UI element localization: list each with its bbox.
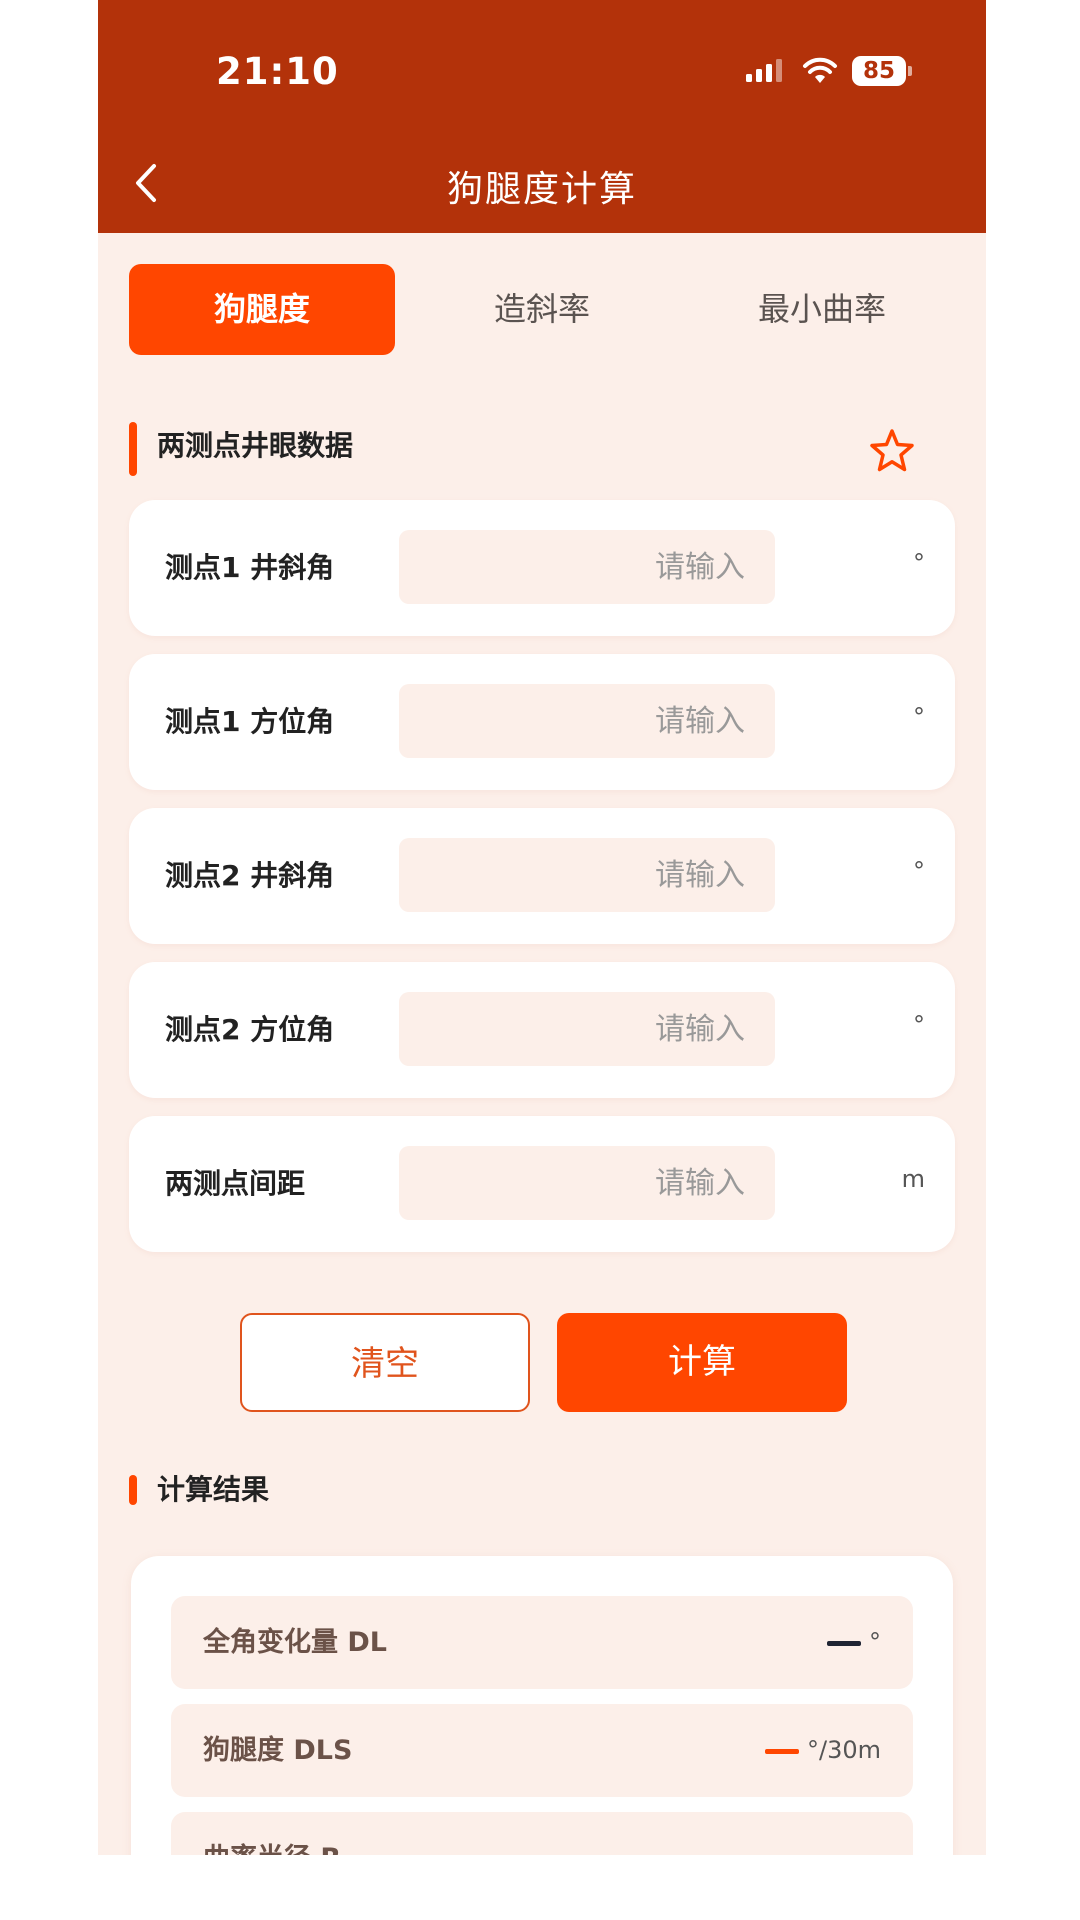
- tab-dogleg[interactable]: 狗腿度: [129, 264, 395, 355]
- field-card-point2-azimuth: 测点2 方位角 °: [129, 962, 955, 1098]
- battery-icon: 85: [852, 56, 912, 86]
- result-value: °/30m: [764, 1704, 881, 1797]
- status-icons: 85: [746, 54, 912, 88]
- result-section-title-text: 计算结果: [157, 1473, 270, 1506]
- result-section-title: 计算结果: [129, 1464, 269, 1516]
- point1-inclination-input[interactable]: [399, 530, 775, 604]
- favorite-star-icon[interactable]: [868, 427, 916, 475]
- field-card-point2-inclination: 测点2 井斜角 °: [129, 808, 955, 944]
- section-accent-bar: [129, 422, 137, 476]
- result-label: 曲率半径 R: [203, 1812, 341, 1855]
- field-unit: °: [913, 1011, 925, 1039]
- field-card-distance: 两测点间距 m: [129, 1116, 955, 1252]
- tab-bar: 狗腿度 造斜率 最小曲率: [129, 264, 955, 355]
- page-title: 狗腿度计算: [446, 169, 637, 210]
- app-header: 21:10 85 狗腿度计算: [98, 0, 986, 233]
- status-time: 21:10: [216, 50, 339, 93]
- result-value: °: [827, 1596, 881, 1689]
- cellular-signal-icon: [746, 59, 782, 82]
- result-row-radius: 曲率半径 R: [171, 1812, 913, 1855]
- tab-build-rate[interactable]: 造斜率: [409, 264, 675, 355]
- result-label: 全角变化量 DL: [203, 1627, 388, 1658]
- result-unit: °: [869, 1628, 881, 1656]
- result-unit: °/30m: [806, 1736, 881, 1764]
- point2-inclination-input[interactable]: [399, 838, 775, 912]
- field-unit: °: [913, 549, 925, 577]
- field-label: 测点2 方位角: [165, 1013, 335, 1046]
- empty-value-dash: [827, 1640, 861, 1646]
- tab-min-curvature[interactable]: 最小曲率: [689, 264, 955, 355]
- field-label: 测点1 方位角: [165, 705, 335, 738]
- result-label: 狗腿度 DLS: [203, 1735, 353, 1766]
- point2-azimuth-input[interactable]: [399, 992, 775, 1066]
- distance-input[interactable]: [399, 1146, 775, 1220]
- clear-button[interactable]: 清空: [240, 1313, 530, 1412]
- field-unit: °: [913, 703, 925, 731]
- field-label: 两测点间距: [165, 1167, 306, 1200]
- empty-value-dash: [764, 1748, 799, 1754]
- input-section-title: 两测点井眼数据: [129, 420, 354, 476]
- section-accent-bar: [129, 1475, 137, 1505]
- field-card-point1-azimuth: 测点1 方位角 °: [129, 654, 955, 790]
- wifi-icon: [803, 57, 837, 83]
- calculate-button[interactable]: 计算: [557, 1313, 847, 1412]
- phone-screen: 21:10 85 狗腿度计算 狗腿度 造斜率 最小曲率 两测点井眼数据 测点1 …: [98, 0, 986, 1855]
- field-unit: m: [901, 1165, 925, 1193]
- field-card-point1-inclination: 测点1 井斜角 °: [129, 500, 955, 636]
- field-label: 测点2 井斜角: [165, 859, 335, 892]
- input-section-title-text: 两测点井眼数据: [157, 429, 354, 462]
- field-unit: °: [913, 857, 925, 885]
- result-row-dls: 狗腿度 DLS °/30m: [171, 1704, 913, 1797]
- result-row-dl: 全角变化量 DL °: [171, 1596, 913, 1689]
- field-label: 测点1 井斜角: [165, 551, 335, 584]
- result-card: 全角变化量 DL ° 狗腿度 DLS °/30m 曲率半径 R: [131, 1556, 953, 1855]
- point1-azimuth-input[interactable]: [399, 684, 775, 758]
